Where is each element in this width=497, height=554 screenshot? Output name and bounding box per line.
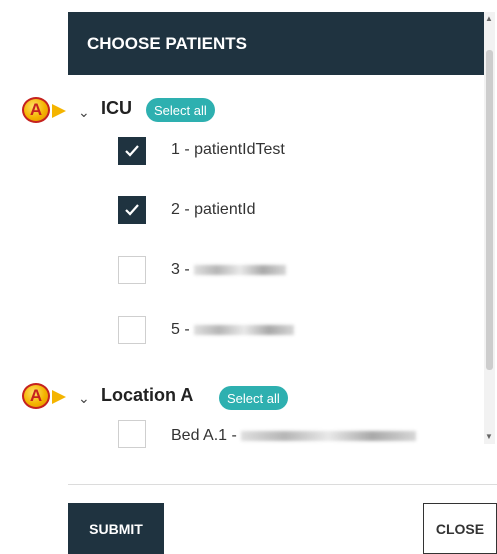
redacted-name <box>240 430 416 441</box>
patient-checkbox[interactable] <box>118 256 146 284</box>
select-all-icu-button[interactable]: Select all <box>146 98 215 122</box>
submit-button[interactable]: SUBMIT <box>68 503 164 554</box>
patient-row-3: 3 - <box>171 261 286 279</box>
group-label-location-a: Location A <box>101 385 194 405</box>
patient-label: 3 - <box>171 261 190 278</box>
dialog-title: CHOOSE PATIENTS <box>87 33 247 53</box>
close-button[interactable]: CLOSE <box>423 503 497 554</box>
chevron-down-icon[interactable]: ⌄ <box>78 104 90 121</box>
patient-label: 5 - <box>171 321 190 338</box>
group-label-icu: ICU <box>101 98 132 118</box>
patient-row-5: 5 - <box>171 321 294 339</box>
scroll-up-icon[interactable]: ▲ <box>485 14 493 23</box>
patient-checkbox[interactable] <box>118 196 146 224</box>
patient-checkbox[interactable] <box>118 137 146 165</box>
patient-row-bed-a1: Bed A.1 - <box>171 427 416 445</box>
check-icon <box>125 145 139 157</box>
callout-arrow-icon <box>52 390 66 404</box>
patient-label: 2 - patientId <box>171 201 256 218</box>
redacted-name <box>193 324 294 335</box>
footer-divider <box>68 484 497 485</box>
scrollbar-thumb[interactable] <box>486 50 493 370</box>
patient-label: Bed A.1 - <box>171 427 237 444</box>
scroll-down-icon[interactable]: ▼ <box>485 432 493 441</box>
patient-label: 1 - patientIdTest <box>171 141 285 158</box>
patient-checkbox[interactable] <box>118 420 146 448</box>
check-icon <box>125 204 139 216</box>
chevron-down-icon[interactable]: ⌄ <box>78 390 90 407</box>
redacted-name <box>193 264 286 275</box>
select-all-location-a-button[interactable]: Select all <box>219 386 288 410</box>
callout-arrow-icon <box>52 104 66 118</box>
callout-badge-location-a: A <box>22 383 50 409</box>
dialog-header: CHOOSE PATIENTS <box>68 12 490 75</box>
callout-badge-icu: A <box>22 97 50 123</box>
patient-checkbox[interactable] <box>118 316 146 344</box>
